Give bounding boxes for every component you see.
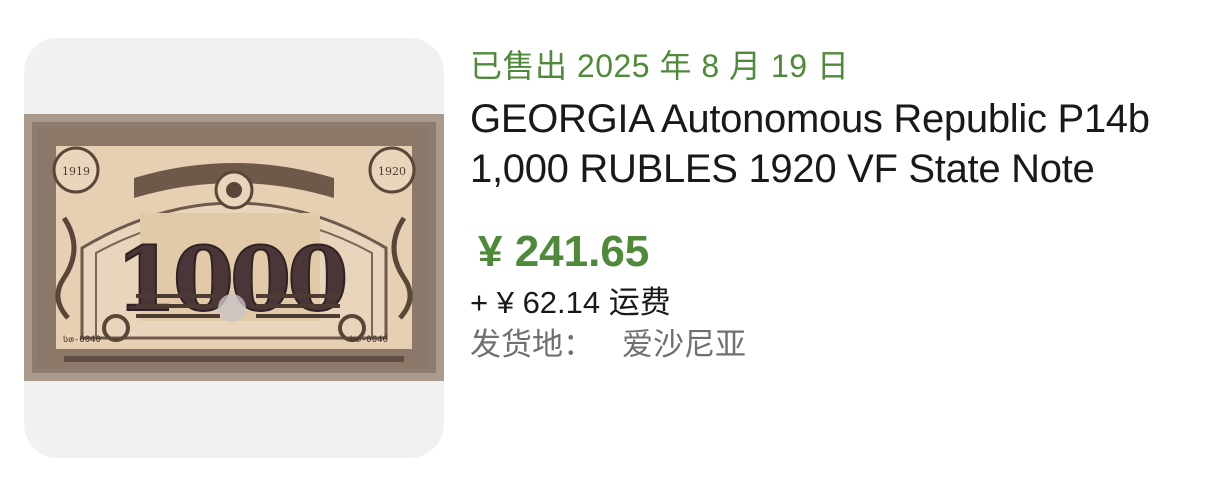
ships-from-value: 爱沙尼亚	[622, 327, 746, 362]
ships-from-label: 发货地：	[470, 327, 594, 362]
sold-listing-card[interactable]: 1919 1920 1000 სთ-0040 სთ-0040 已售出 2025 …	[0, 0, 1206, 490]
sold-price: ¥ 241.65	[478, 227, 650, 276]
note-year-right: 1920	[378, 165, 406, 178]
banknote-image: 1919 1920 1000 სთ-0040 სთ-0040	[24, 114, 444, 381]
listing-info: 已售出 2025 年 8 月 19 日 GEORGIA Autonomous R…	[470, 44, 1180, 366]
sold-date-label: 已售出 2025 年 8 月 19 日	[470, 48, 850, 84]
note-year-left: 1919	[62, 165, 90, 178]
listing-title[interactable]: GEORGIA Autonomous Republic P14b 1,000 R…	[470, 94, 1180, 194]
shipping-cost: + ¥ 62.14 运费	[470, 285, 671, 320]
item-thumbnail[interactable]: 1919 1920 1000 სთ-0040 სთ-0040	[24, 38, 444, 458]
note-serial-right: სთ-0040	[350, 335, 388, 345]
note-serial-left: სთ-0040	[63, 335, 101, 345]
ships-from: 发货地： 爱沙尼亚	[470, 324, 1180, 366]
